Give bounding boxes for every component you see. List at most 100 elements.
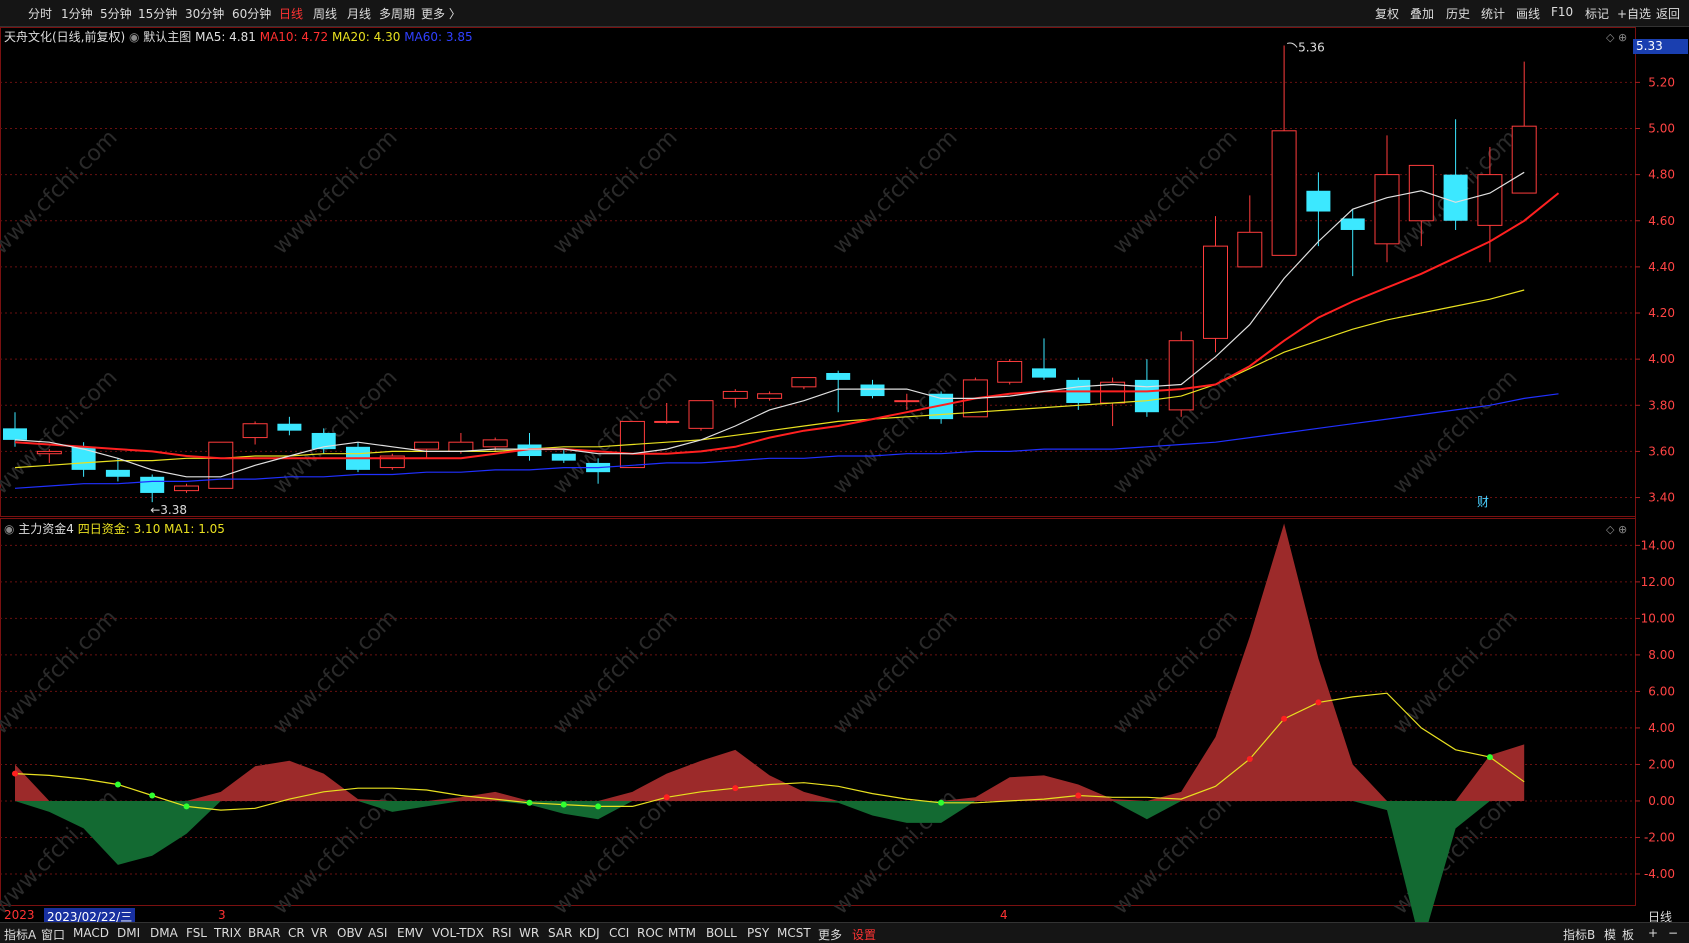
candle-7 [242,421,268,445]
indicator-tab-16[interactable]: SAR [548,926,572,940]
period-tab-4[interactable]: 30分钟 [185,5,224,22]
indicator-tab-17[interactable]: KDJ [579,926,600,940]
watermark-7: www.cfchi.com [268,365,402,499]
indicator-tab-21[interactable]: BOLL [706,926,737,940]
price-label: 3.60 [1648,444,1675,458]
period-tab-8[interactable]: 月线 [347,5,371,22]
indicator-right-1[interactable]: 模 [1604,926,1616,943]
month-marker-3: 3 [218,908,226,922]
candle-15 [517,432,542,461]
indicator-tab-3[interactable]: DMI [117,926,140,940]
indicator-tab-18[interactable]: CCI [609,926,629,940]
period-tab-10[interactable]: 更多 〉 [421,5,461,22]
main-frame [0,27,1636,517]
watermark-2: www.cfchi.com [548,125,682,259]
indicator-tab-24[interactable]: 更多 [818,926,842,943]
candle-3 [105,458,130,482]
toolbar-right-2[interactable]: 历史 [1446,5,1470,22]
date-year: 2023 [4,908,35,922]
indicator-tab-25[interactable]: 设置 [852,926,876,943]
watermark-8: www.cfchi.com [548,365,682,499]
indicator-tab-23[interactable]: MCST [777,926,811,940]
indicator-tab-13[interactable]: VOL-TDX [432,926,484,940]
price-label: 4.20 [1648,306,1675,320]
candle-body [722,390,748,399]
candle-body [1374,174,1400,245]
indicator-tab-20[interactable]: MTM [668,926,696,940]
candle-23 [791,377,817,390]
fund-signal-dot [560,801,567,808]
period-tab-7[interactable]: 周线 [313,5,337,22]
toolbar-right-1[interactable]: 叠加 [1410,5,1434,22]
period-tab-9[interactable]: 多周期 [379,5,415,22]
indicator-right-0[interactable]: 指标B [1563,926,1595,943]
indicator-tab-2[interactable]: MACD [73,926,109,940]
fund-signal-dot [732,785,739,792]
indicator-right-3[interactable]: + [1648,926,1658,940]
candle-10 [346,442,370,473]
fund-signal-dot [1486,754,1493,761]
candle-body [757,393,783,399]
candle-body [860,384,885,397]
indicator-tab-10[interactable]: OBV [337,926,363,940]
indicator-tab-0[interactable]: 指标A [4,926,36,943]
watermark-11: www.cfchi.com [1388,365,1522,499]
candle-body [174,485,199,492]
price-label: 5.00 [1648,121,1675,135]
indicator-tab-1[interactable]: 窗口 [41,926,65,943]
candle-body [482,439,508,448]
indicator-tab-8[interactable]: CR [288,926,305,940]
watermark-4: www.cfchi.com [1108,125,1242,259]
toolbar-right-5[interactable]: F10 [1551,5,1573,19]
candle-8 [277,416,302,436]
fund-signal-dot [526,799,533,806]
indicator-right-2[interactable]: 板 [1622,926,1634,943]
indicator-tab-9[interactable]: VR [311,926,328,940]
sub-label: 0.00 [1648,794,1675,808]
candle-body [1340,218,1365,230]
candle-5 [174,483,199,493]
watermark-1: www.cfchi.com [268,125,402,259]
candle-body [71,446,96,470]
toolbar-right-0[interactable]: 复权 [1375,5,1399,22]
period-tab-6[interactable]: 日线 [279,5,303,22]
period-tab-1[interactable]: 1分钟 [61,5,93,22]
toolbar-right-3[interactable]: 统计 [1481,5,1505,22]
candle-body [448,441,474,452]
period-tab-3[interactable]: 15分钟 [138,5,177,22]
toolbar-right-7[interactable]: +自选 [1617,5,1651,22]
watermark-12: www.cfchi.com [0,605,123,739]
sub-label: 4.00 [1648,721,1675,735]
candle-body [3,428,27,440]
indicator-tab-14[interactable]: RSI [492,926,512,940]
watermark-0: www.cfchi.com [0,125,123,259]
indicator-tab-4[interactable]: DMA [150,926,178,940]
fund-signal-dot [663,794,670,801]
toolbar-right-6[interactable]: 标记 [1585,5,1609,22]
candle-body [36,450,62,455]
indicator-tab-11[interactable]: ASI [368,926,387,940]
toolbar-right-4[interactable]: 画线 [1516,5,1540,22]
fund-signal-dot [114,781,121,788]
period-tab-0[interactable]: 分时 [28,5,52,22]
price-label: 3.80 [1648,398,1675,412]
candle-body [894,400,920,403]
candle-36 [1237,195,1263,268]
period-tab-5[interactable]: 60分钟 [232,5,271,22]
period-tab-2[interactable]: 5分钟 [100,5,132,22]
candle-42 [1443,119,1468,230]
indicator-tab-7[interactable]: BRAR [248,926,281,940]
indicator-tab-5[interactable]: FSL [186,926,207,940]
indicator-tab-12[interactable]: EMV [397,926,423,940]
indicator-tab-15[interactable]: WR [519,926,539,940]
candle-body [1032,368,1056,378]
candle-body [1168,340,1194,411]
indicator-right-4[interactable]: − [1668,926,1678,940]
price-label: 5.20 [1648,75,1675,89]
main-header: 天舟文化(日线,前复权) ◉ 默认主图 MA5: 4.81 MA10: 4.72… [4,29,473,44]
indicator-tab-22[interactable]: PSY [747,926,769,940]
indicator-tab-19[interactable]: ROC [637,926,663,940]
indicator-tab-6[interactable]: TRIX [214,926,241,940]
toolbar-right-8[interactable]: 返回 [1656,5,1680,22]
sub-label: 14.00 [1641,538,1675,552]
